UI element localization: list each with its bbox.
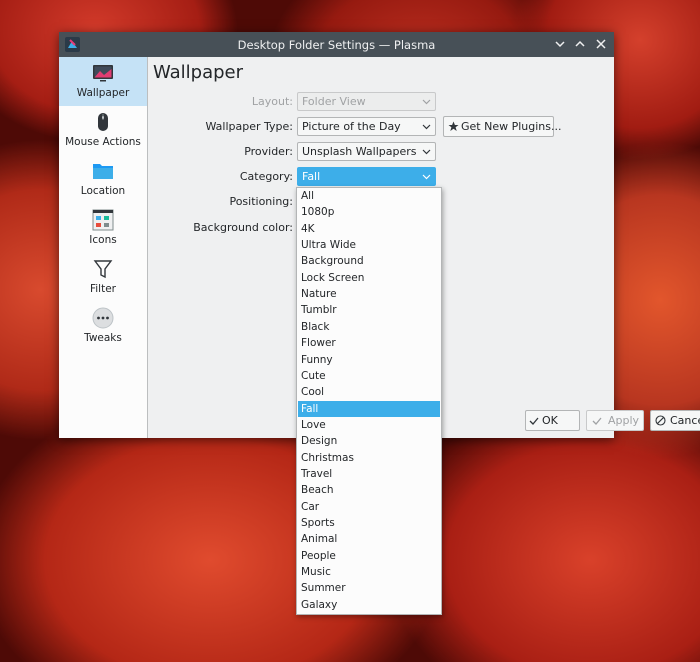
cancel-label: Cancel xyxy=(670,414,700,427)
sidebar-item-mouse-actions[interactable]: Mouse Actions xyxy=(59,106,147,155)
dropdown-option[interactable]: Car xyxy=(298,499,440,515)
mouse-icon xyxy=(98,113,108,131)
dropdown-option[interactable]: Animal xyxy=(298,531,440,547)
dropdown-option[interactable]: Summer xyxy=(298,580,440,596)
dropdown-option[interactable]: Nature xyxy=(298,286,440,302)
get-new-plugins-label: Get New Plugins... xyxy=(461,120,562,133)
dropdown-option[interactable]: Tumblr xyxy=(298,302,440,318)
dropdown-option[interactable]: Ultra Wide xyxy=(298,237,440,253)
chevron-down-icon xyxy=(422,124,431,130)
window-title: Desktop Folder Settings — Plasma xyxy=(237,38,436,52)
dropdown-option[interactable]: Christmas xyxy=(298,450,440,466)
dropdown-option[interactable]: Background xyxy=(298,253,440,269)
category-dropdown-list[interactable]: All 1080p 4K Ultra Wide Background Lock … xyxy=(296,187,442,615)
dropdown-option[interactable]: People xyxy=(298,548,440,564)
chevron-down-icon xyxy=(422,149,431,155)
dropdown-option[interactable]: Beach xyxy=(298,482,440,498)
chevron-down-icon xyxy=(555,41,565,48)
dropdown-option-selected[interactable]: Fall xyxy=(298,400,440,417)
maximize-button[interactable] xyxy=(572,36,588,52)
dropdown-option[interactable]: Cool xyxy=(298,384,440,400)
dropdown-option[interactable]: Design xyxy=(298,433,440,449)
filter-icon xyxy=(93,260,113,279)
sidebar-item-tweaks[interactable]: Tweaks xyxy=(59,302,147,351)
sidebar-item-label: Tweaks xyxy=(84,332,122,344)
minimize-button[interactable] xyxy=(552,36,568,52)
provider-combo[interactable]: Unsplash Wallpapers xyxy=(297,142,436,161)
star-icon xyxy=(448,121,459,131)
get-new-plugins-button[interactable]: Get New Plugins... xyxy=(443,116,561,137)
ok-label: OK xyxy=(542,414,558,427)
ok-button[interactable]: OK xyxy=(525,410,580,431)
sidebar-item-label: Location xyxy=(80,185,126,197)
close-icon xyxy=(596,39,606,49)
folder-icon xyxy=(93,164,113,179)
layout-combo: Folder View xyxy=(297,92,436,111)
sidebar-item-icons[interactable]: Icons xyxy=(59,204,147,253)
monitor-icon xyxy=(93,65,113,82)
checkmark-icon xyxy=(529,417,539,425)
sidebar-item-wallpaper[interactable]: Wallpaper xyxy=(59,57,147,106)
sidebar-item-label: Mouse Actions xyxy=(65,136,141,148)
layout-value: Folder View xyxy=(302,95,366,108)
wallpaper-type-value: Picture of the Day xyxy=(302,120,401,133)
dropdown-option[interactable]: Funny xyxy=(298,352,440,368)
close-button[interactable] xyxy=(593,36,609,52)
dropdown-option[interactable]: Love xyxy=(298,417,440,433)
dropdown-option[interactable]: Cute xyxy=(298,368,440,384)
dropdown-option[interactable]: Galaxy xyxy=(298,597,440,613)
cancel-icon xyxy=(655,415,666,426)
sidebar-item-location[interactable]: Location xyxy=(59,155,147,204)
category-sidebar: Wallpaper Mouse Actions Location Icons F… xyxy=(59,57,148,438)
sidebar-item-filter[interactable]: Filter xyxy=(59,253,147,302)
category-combo[interactable]: Fall xyxy=(297,167,436,186)
sidebar-item-label: Filter xyxy=(89,283,116,295)
dropdown-option[interactable]: All xyxy=(298,188,440,204)
checkmark-icon xyxy=(592,417,602,425)
apply-label: Apply xyxy=(608,414,640,427)
sidebar-item-label: Icons xyxy=(89,234,117,246)
dropdown-option[interactable]: Sports xyxy=(298,515,440,531)
wallpaper-type-label: Wallpaper Type: xyxy=(205,120,294,133)
chevron-down-icon xyxy=(422,99,431,105)
provider-label: Provider: xyxy=(244,145,293,158)
chevron-up-icon xyxy=(575,40,585,47)
wallpaper-type-combo[interactable]: Picture of the Day xyxy=(297,117,436,136)
title-bar[interactable]: Desktop Folder Settings — Plasma xyxy=(59,32,614,57)
sidebar-item-label: Wallpaper xyxy=(76,87,130,99)
cancel-button[interactable]: Cancel xyxy=(650,410,700,431)
provider-value: Unsplash Wallpapers xyxy=(302,145,417,158)
dropdown-option[interactable]: 4K xyxy=(298,221,440,237)
dropdown-option[interactable]: Music xyxy=(298,564,440,580)
more-dots-icon xyxy=(92,307,114,329)
dropdown-option[interactable]: Black xyxy=(298,319,440,335)
dropdown-option[interactable]: Lock Screen xyxy=(298,270,440,286)
chevron-down-icon xyxy=(422,174,431,180)
apply-button[interactable]: Apply xyxy=(586,410,644,431)
dropdown-option[interactable]: Travel xyxy=(298,466,440,482)
dropdown-option[interactable]: 1080p xyxy=(298,204,440,220)
layout-label: Layout: xyxy=(251,95,293,108)
category-label: Category: xyxy=(239,170,293,183)
icons-view-icon xyxy=(92,209,114,231)
category-value: Fall xyxy=(302,170,321,183)
page-title: Wallpaper xyxy=(153,62,244,83)
background-color-label: Background color: xyxy=(193,221,293,234)
positioning-label: Positioning: xyxy=(229,195,293,208)
dropdown-option[interactable]: Flower xyxy=(298,335,440,351)
